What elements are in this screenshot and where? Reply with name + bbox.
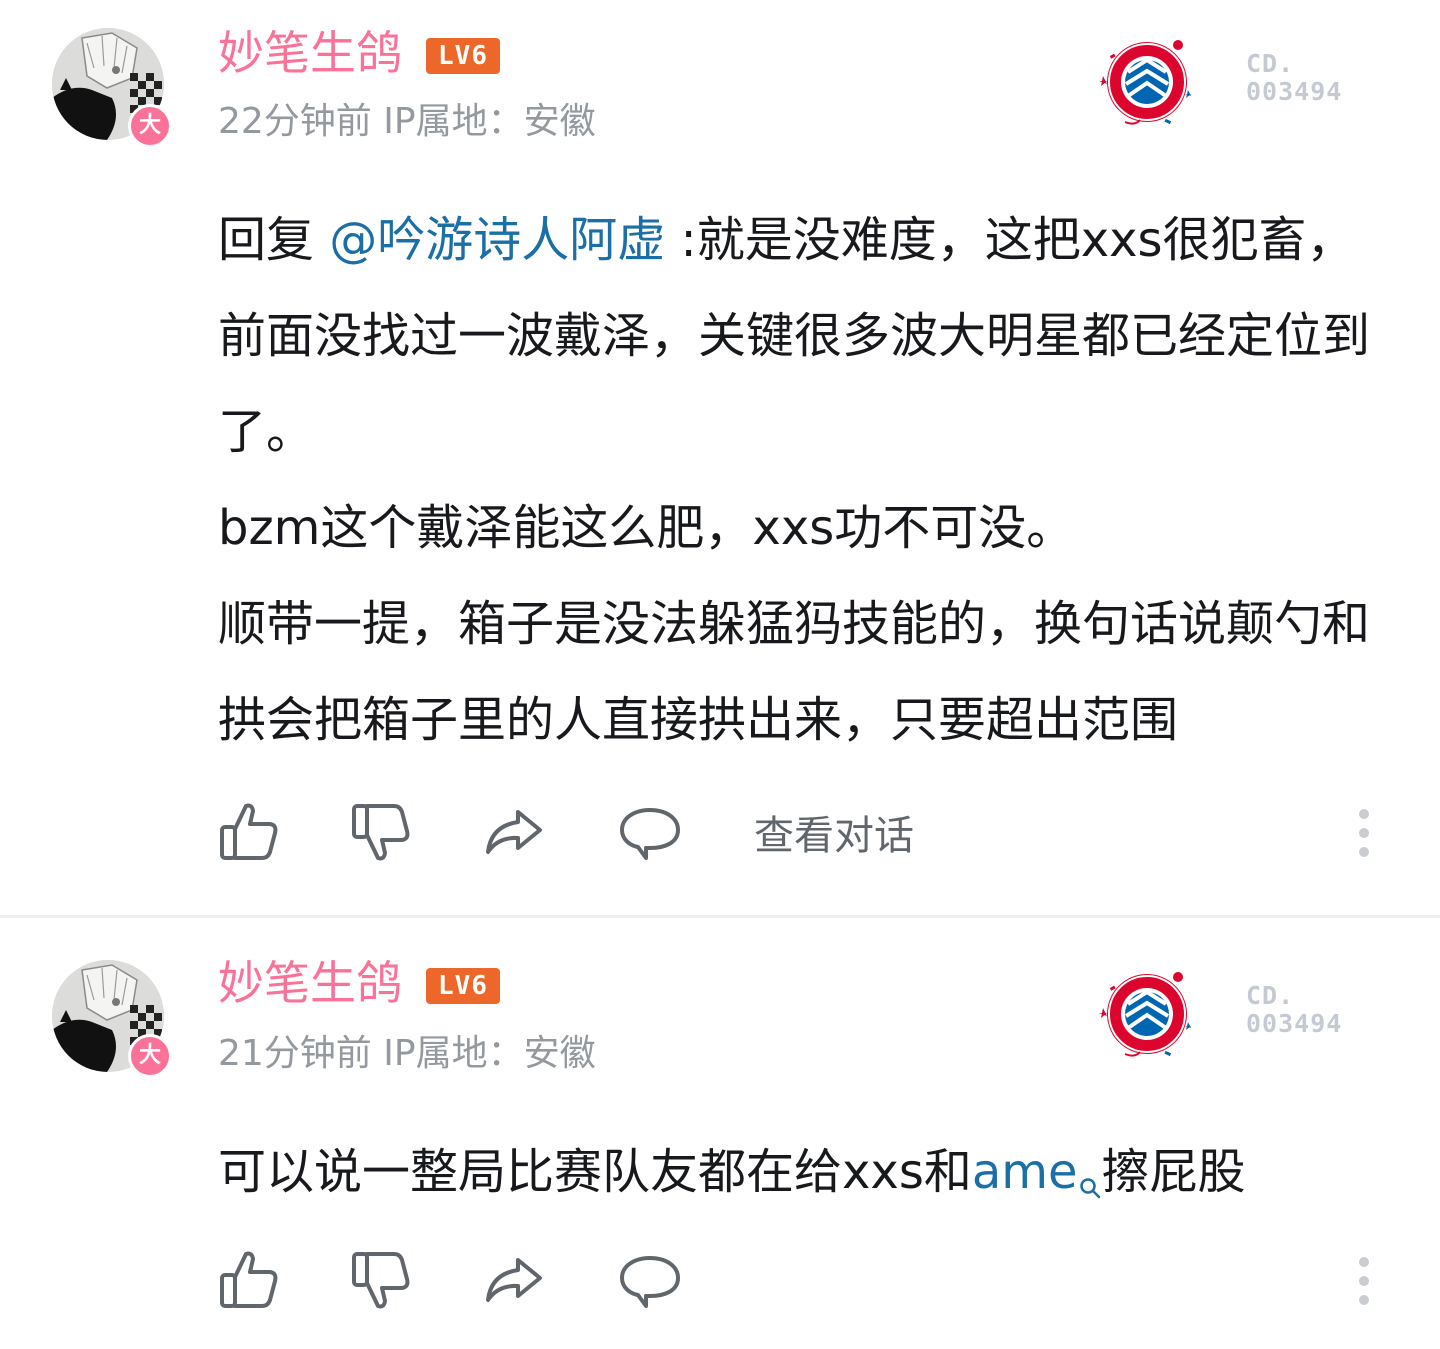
thumbs-down-icon[interactable]	[350, 1248, 414, 1312]
comment-body: 可以说一整局比赛队友都在给xxs和ame 擦屁股	[218, 1124, 1398, 1232]
level-badge: LV6	[426, 968, 500, 1004]
username[interactable]: 妙笔生鸽	[218, 956, 402, 1010]
vip-badge: 大	[128, 104, 172, 148]
vip-badge: 大	[128, 1034, 172, 1078]
comment-item: 大 妙笔生鸽 LV6 21分钟前 IP属地：安徽 CD. 003494 可以说一…	[0, 918, 1440, 1349]
fan-medal-number: CD. 003494	[1246, 49, 1343, 106]
more-vertical-icon[interactable]	[1352, 1254, 1376, 1308]
view-conversation-link[interactable]: 查看对话	[754, 808, 914, 864]
share-icon[interactable]	[482, 1248, 546, 1312]
user-mention-link[interactable]: @吟游诗人阿虚	[329, 212, 665, 268]
fc-bayern-crest-icon[interactable]	[1090, 30, 1200, 140]
comment-paragraph: bzm这个戴泽能这么肥，xxs功不可没。	[218, 500, 1075, 556]
more-vertical-icon[interactable]	[1352, 806, 1376, 860]
keyword-search-link[interactable]: ame	[972, 1144, 1078, 1200]
comment-paragraph: 顺带一提，箱子是没法躲猛犸技能的，换句话说颠勺和拱会把箱子里的人直接拱出来，只要…	[218, 596, 1371, 748]
comment-paragraph: 回复 @吟游诗人阿虚 :就是没难度，这把xxs很犯畜，前面没找过一波戴泽，关键很…	[218, 212, 1371, 460]
fc-bayern-crest-icon[interactable]	[1090, 962, 1200, 1072]
comment-item: 大 妙笔生鸽 LV6 22分钟前 IP属地：安徽 CD. 003494 回复 @…	[0, 0, 1440, 916]
search-icon[interactable]	[1078, 1136, 1102, 1232]
comment-bubble-icon[interactable]	[618, 800, 682, 864]
comment-actions	[218, 1248, 1398, 1318]
share-icon[interactable]	[482, 800, 546, 864]
comment-meta: 21分钟前 IP属地：安徽	[218, 1033, 596, 1074]
comment-meta: 22分钟前 IP属地：安徽	[218, 101, 596, 142]
thumbs-up-icon[interactable]	[218, 800, 282, 864]
level-badge: LV6	[426, 38, 500, 74]
comment-bubble-icon[interactable]	[618, 1248, 682, 1312]
fan-medal-number: CD. 003494	[1246, 981, 1343, 1038]
thumbs-up-icon[interactable]	[218, 1248, 282, 1312]
comment-actions: 查看对话	[218, 800, 1398, 870]
thumbs-down-icon[interactable]	[350, 800, 414, 864]
comment-paragraph: 可以说一整局比赛队友都在给xxs和ame 擦屁股	[218, 1124, 1398, 1232]
username[interactable]: 妙笔生鸽	[218, 26, 402, 80]
comment-body: 回复 @吟游诗人阿虚 :就是没难度，这把xxs很犯畜，前面没找过一波戴泽，关键很…	[218, 192, 1398, 768]
